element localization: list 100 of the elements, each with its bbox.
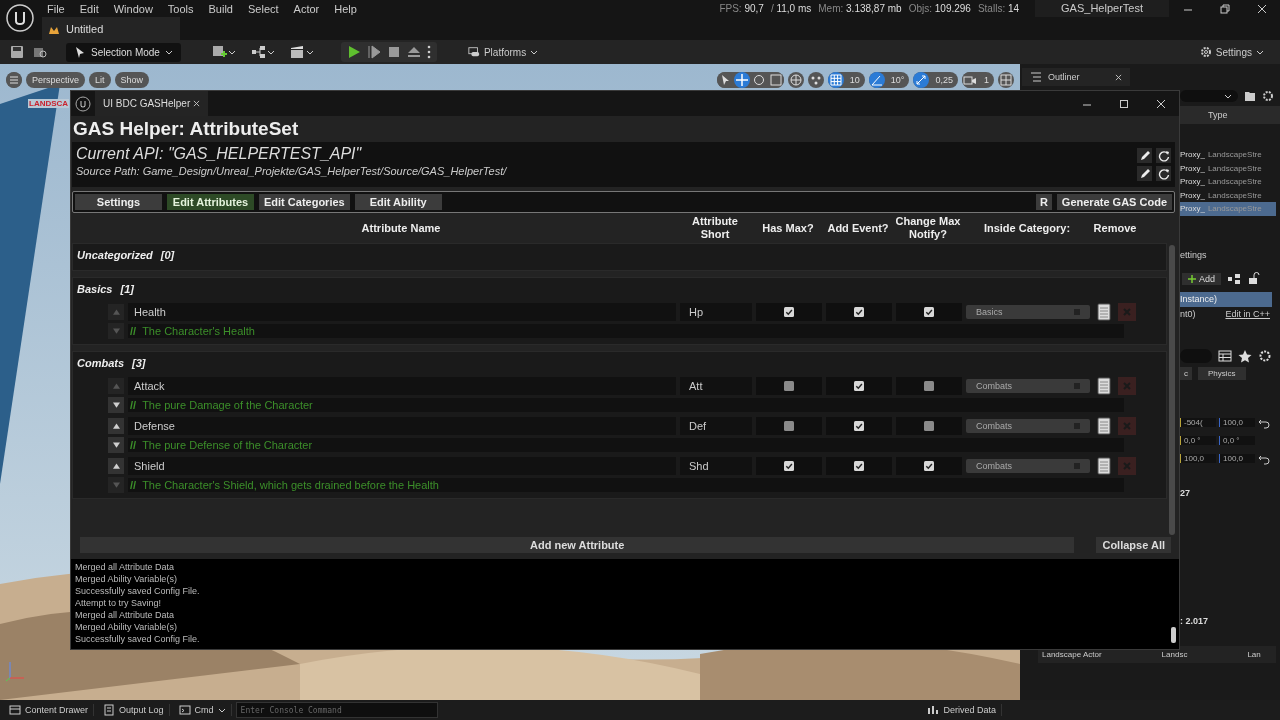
close-icon[interactable] (1156, 98, 1166, 109)
outliner-row[interactable]: Proxy_ LandscapeStre (1180, 161, 1276, 175)
checkbox[interactable] (784, 381, 794, 391)
document-tab[interactable]: Untitled (42, 17, 180, 40)
number-field[interactable]: 100,0 (1219, 418, 1255, 427)
scrollbar[interactable] (1169, 245, 1175, 535)
edit-button[interactable] (1137, 166, 1152, 181)
menu-item[interactable]: Window (105, 2, 160, 15)
filter-tab[interactable]: Physics (1198, 366, 1246, 380)
hierarchy-icon[interactable] (1227, 271, 1241, 286)
description-field[interactable]: // The pure Defense of the Character (128, 438, 1124, 452)
outliner-row[interactable]: Proxy_ LandscapeStre (1180, 175, 1276, 189)
checkbox[interactable] (924, 461, 934, 471)
category-name[interactable]: Basics (77, 283, 113, 295)
move-icon[interactable] (733, 72, 750, 88)
menu-item[interactable]: Tools (159, 2, 201, 15)
move-down-button[interactable] (108, 397, 124, 413)
menu-item[interactable]: Actor (285, 2, 327, 15)
lock-icon[interactable] (1247, 271, 1261, 286)
attribute-name-field[interactable]: Attack (128, 377, 676, 395)
checkbox[interactable] (784, 461, 794, 471)
collapse-all-button[interactable]: Collapse All (1096, 537, 1171, 553)
attribute-short-field[interactable]: Shd (680, 457, 752, 475)
attribute-short-field[interactable]: Hp (680, 303, 752, 321)
scrollbar[interactable] (1171, 627, 1176, 643)
save-icon[interactable] (10, 45, 24, 59)
outliner-row[interactable]: Proxy_ LandscapeStre (1180, 188, 1276, 202)
viewport-option-button[interactable]: Perspective (26, 72, 86, 88)
close-icon[interactable] (193, 100, 201, 107)
scale-icon[interactable] (767, 72, 784, 88)
category-dropdown[interactable]: Basics (966, 305, 1090, 319)
cmd-dropdown[interactable]: Cmd (173, 704, 232, 716)
refresh-button[interactable] (1156, 166, 1171, 181)
number-field[interactable]: -504( (1180, 418, 1216, 427)
viewport-option-button[interactable]: Lit (89, 72, 111, 88)
description-field[interactable]: // The Character's Shield, which gets drained before the Health (128, 478, 1124, 492)
derived-data-button[interactable]: Derived Data (922, 704, 1002, 716)
folder-icon[interactable] (1244, 90, 1256, 102)
folder-search-icon[interactable] (33, 45, 47, 59)
menu-item[interactable]: Build (200, 2, 240, 15)
outliner-row[interactable]: Proxy_ LandscapeStre (1180, 202, 1276, 216)
settings-icon[interactable] (1262, 90, 1274, 102)
settings-button[interactable]: Settings (1193, 45, 1270, 59)
category-dropdown[interactable]: Combats (966, 379, 1090, 393)
skip-icon[interactable] (366, 45, 381, 59)
refresh-button[interactable] (1156, 148, 1171, 163)
component-row[interactable]: Instance) (1180, 291, 1272, 307)
tab[interactable]: Edit Attributes (167, 194, 254, 210)
checkbox[interactable] (854, 307, 864, 317)
checkbox[interactable] (784, 307, 794, 317)
restore-icon[interactable] (1220, 3, 1230, 14)
move-up-button[interactable] (108, 458, 124, 474)
document-icon[interactable] (1097, 303, 1111, 321)
attribute-short-field[interactable]: Def (680, 417, 752, 435)
number-field[interactable]: 0,0 ° (1219, 436, 1255, 445)
menu-item[interactable]: Edit (71, 2, 106, 15)
content-drawer-button[interactable]: Content Drawer (4, 704, 95, 716)
column-header[interactable]: Type (1208, 110, 1228, 120)
scale-snap-icon[interactable] (913, 72, 930, 88)
maximize-icon[interactable] (1119, 98, 1129, 109)
category-dropdown[interactable]: Combats (966, 419, 1090, 433)
move-down-button[interactable] (108, 437, 124, 453)
outliner-tab[interactable]: Outliner (1022, 68, 1130, 86)
tab[interactable]: Settings (75, 194, 162, 210)
output-log-button[interactable]: Output Log (98, 704, 170, 716)
attribute-name-field[interactable]: Defense (128, 417, 676, 435)
add-button[interactable]: Add (1182, 272, 1221, 285)
checkbox[interactable] (924, 307, 934, 317)
play-icon[interactable] (346, 45, 361, 59)
window-tab[interactable]: UI BDC GASHelper (95, 91, 209, 116)
attribute-name-field[interactable]: Health (128, 303, 676, 321)
close-icon[interactable] (1257, 3, 1267, 14)
document-icon[interactable] (1097, 377, 1111, 395)
category-name[interactable]: Combats (77, 357, 125, 369)
number-field[interactable]: 100,0 (1180, 454, 1216, 463)
number-field[interactable]: 100,0 (1219, 454, 1255, 463)
add-attribute-button[interactable]: Add new Attribute (80, 537, 1075, 553)
eject-icon[interactable] (406, 45, 421, 59)
tab[interactable]: Edit Categories (259, 194, 350, 210)
star-icon[interactable] (1238, 348, 1252, 363)
attribute-name-field[interactable]: Shield (128, 457, 676, 475)
document-icon[interactable] (1097, 417, 1111, 435)
clapperboard-icon[interactable] (289, 45, 314, 59)
engine-logo-icon[interactable] (5, 3, 35, 33)
tab[interactable]: Edit Ability (354, 194, 442, 210)
platforms-button[interactable]: Platforms (461, 45, 545, 59)
edit-button[interactable] (1137, 148, 1152, 163)
edit-in-cpp-link[interactable]: Edit in C++ (1225, 308, 1270, 319)
add-actor-icon[interactable] (211, 45, 236, 59)
menu-item[interactable]: Help (326, 2, 364, 15)
category-name[interactable]: Uncategorized (77, 249, 153, 261)
checkbox[interactable] (784, 421, 794, 431)
selection-mode-dropdown[interactable]: Selection Mode (66, 42, 181, 62)
checkbox[interactable] (854, 421, 864, 431)
menu-item[interactable]: Select (240, 2, 286, 15)
menu-item[interactable]: File (39, 2, 72, 15)
filter-tab[interactable]: c (1180, 366, 1192, 380)
number-field[interactable]: 0,0 ° (1180, 436, 1216, 445)
move-up-button[interactable] (108, 418, 124, 434)
attribute-short-field[interactable]: Att (680, 377, 752, 395)
